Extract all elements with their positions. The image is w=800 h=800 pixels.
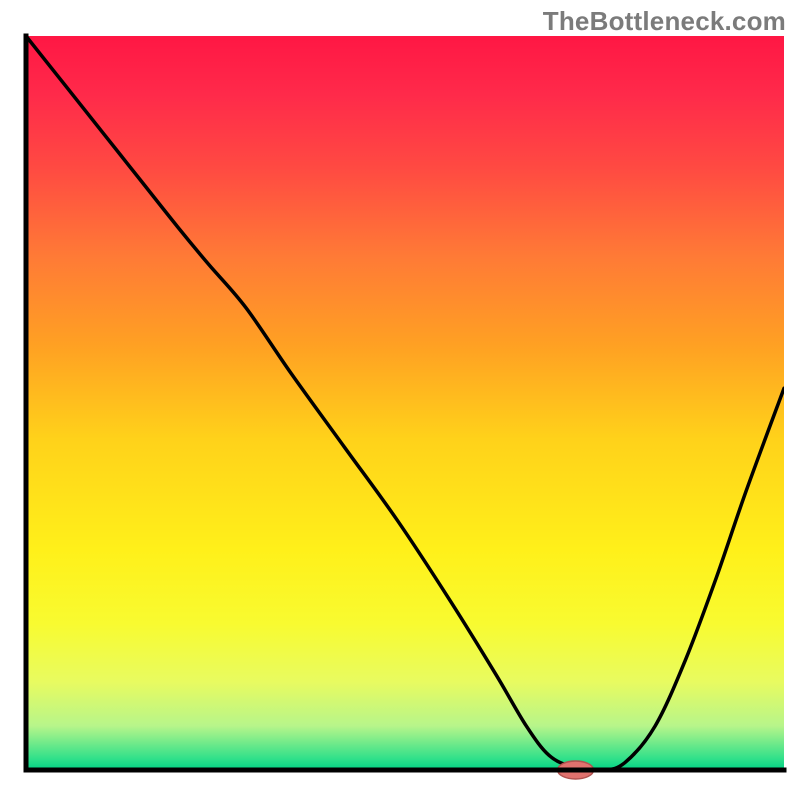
gradient-background	[26, 36, 784, 770]
bottleneck-chart	[0, 0, 800, 800]
chart-stage: TheBottleneck.com	[0, 0, 800, 800]
